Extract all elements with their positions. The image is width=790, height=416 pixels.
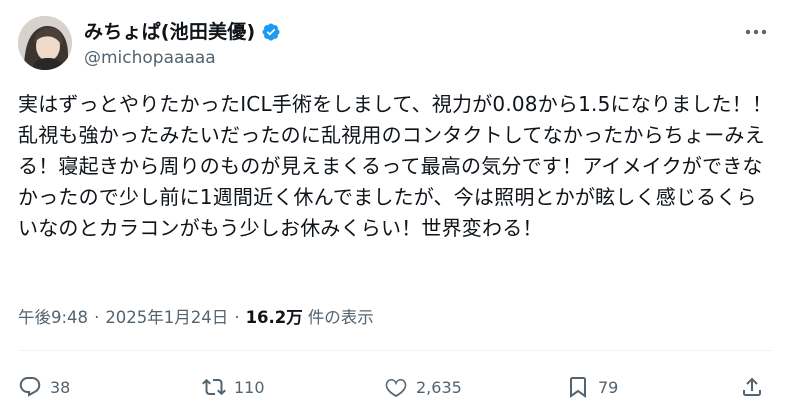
tweet-meta: 午後9:48 · 2025年1月24日 · 16.2万 件の表示 [18,306,374,330]
repost-count: 110 [234,377,265,397]
author-name-row: みちょぱ(池田美優) [84,20,281,44]
reply-button[interactable]: 38 [18,370,70,404]
more-options-icon[interactable] [744,24,768,40]
views-label: 件の表示 [307,308,374,327]
meta-separator: · [234,308,240,327]
like-count: 2,635 [416,377,462,397]
bookmark-button[interactable]: 79 [566,370,618,404]
heart-icon [384,375,408,399]
verified-badge-icon [261,22,281,42]
divider [18,350,772,351]
author-handle[interactable]: @michopaaaaa [84,46,216,70]
share-button[interactable] [740,370,764,404]
share-icon [740,375,764,399]
repost-button[interactable]: 110 [202,370,265,404]
reply-icon [18,375,42,399]
meta-separator: · [94,308,100,327]
tweet-text: 実はずっとやりたかったICL手術をしまして、視力が0.08から1.5になりました… [18,92,773,240]
tweet-time[interactable]: 午後9:48 [18,306,88,330]
avatar-image [18,16,72,70]
reply-count: 38 [50,377,71,397]
action-bar: 38 110 2,635 79 [18,370,776,404]
bookmark-count: 79 [598,377,619,397]
tweet-date[interactable]: 2025年1月24日 [105,306,228,330]
bookmark-icon [566,375,590,399]
display-name[interactable]: みちょぱ(池田美優) [84,20,255,44]
repost-icon [202,375,226,399]
tweet-card: みちょぱ(池田美優) @michopaaaaa 実はずっとやりたかったICL手術… [0,0,790,416]
like-button[interactable]: 2,635 [384,370,462,404]
avatar[interactable] [18,16,72,70]
views-count: 16.2万 [245,308,303,327]
